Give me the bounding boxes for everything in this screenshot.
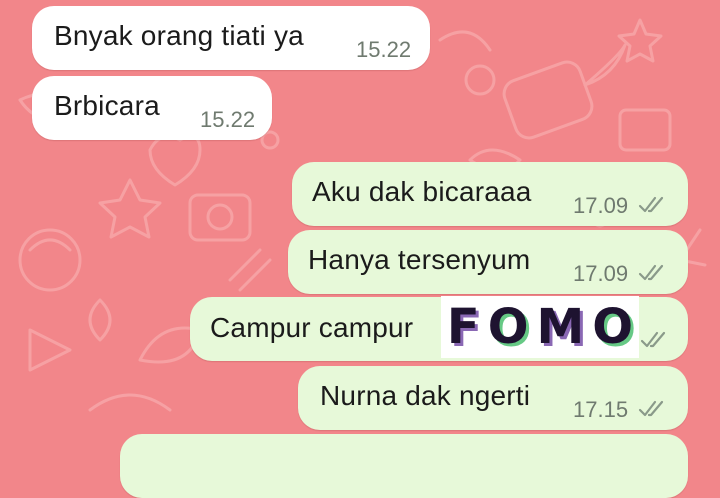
message-text: Hanya tersenyum — [308, 244, 531, 275]
message-timestamp: 17.15 — [573, 397, 629, 422]
double-check-icon — [640, 331, 666, 348]
message-timestamp: 17.09 — [573, 193, 629, 218]
fomo-sticker: F O M O — [441, 296, 639, 358]
message-timestamp: 15.22 — [356, 37, 412, 62]
sticker-letter: O — [592, 299, 634, 355]
message-bubble-outgoing[interactable]: Hanya tersenyum 17.09 — [288, 230, 688, 294]
message-timestamp: 15.22 — [200, 107, 256, 132]
message-text: Aku dak bicaraaa — [312, 176, 532, 207]
message-text: Bnyak orang tiati ya — [54, 20, 304, 51]
message-bubble-outgoing-partial[interactable] — [120, 434, 688, 498]
sticker-letter: M — [536, 299, 585, 355]
message-text: Brbicara — [54, 90, 160, 121]
double-check-icon — [638, 400, 664, 417]
message-bubble-incoming[interactable]: Brbicara 15.22 — [32, 76, 272, 140]
message-text: Campur campur — [210, 312, 414, 343]
message-text: Nurna dak ngerti — [320, 380, 531, 411]
message-bubble-outgoing[interactable]: Nurna dak ngerti 17.15 — [298, 366, 688, 430]
message-bubble-incoming[interactable]: Bnyak orang tiati ya 15.22 — [32, 6, 430, 70]
message-bubble-outgoing[interactable]: Aku dak bicaraaa 17.09 — [292, 162, 688, 226]
sticker-letter: F — [446, 299, 480, 355]
double-check-icon — [638, 196, 664, 213]
double-check-icon — [638, 264, 664, 281]
sticker-letter: O — [487, 299, 529, 355]
message-timestamp: 17.09 — [573, 261, 629, 286]
